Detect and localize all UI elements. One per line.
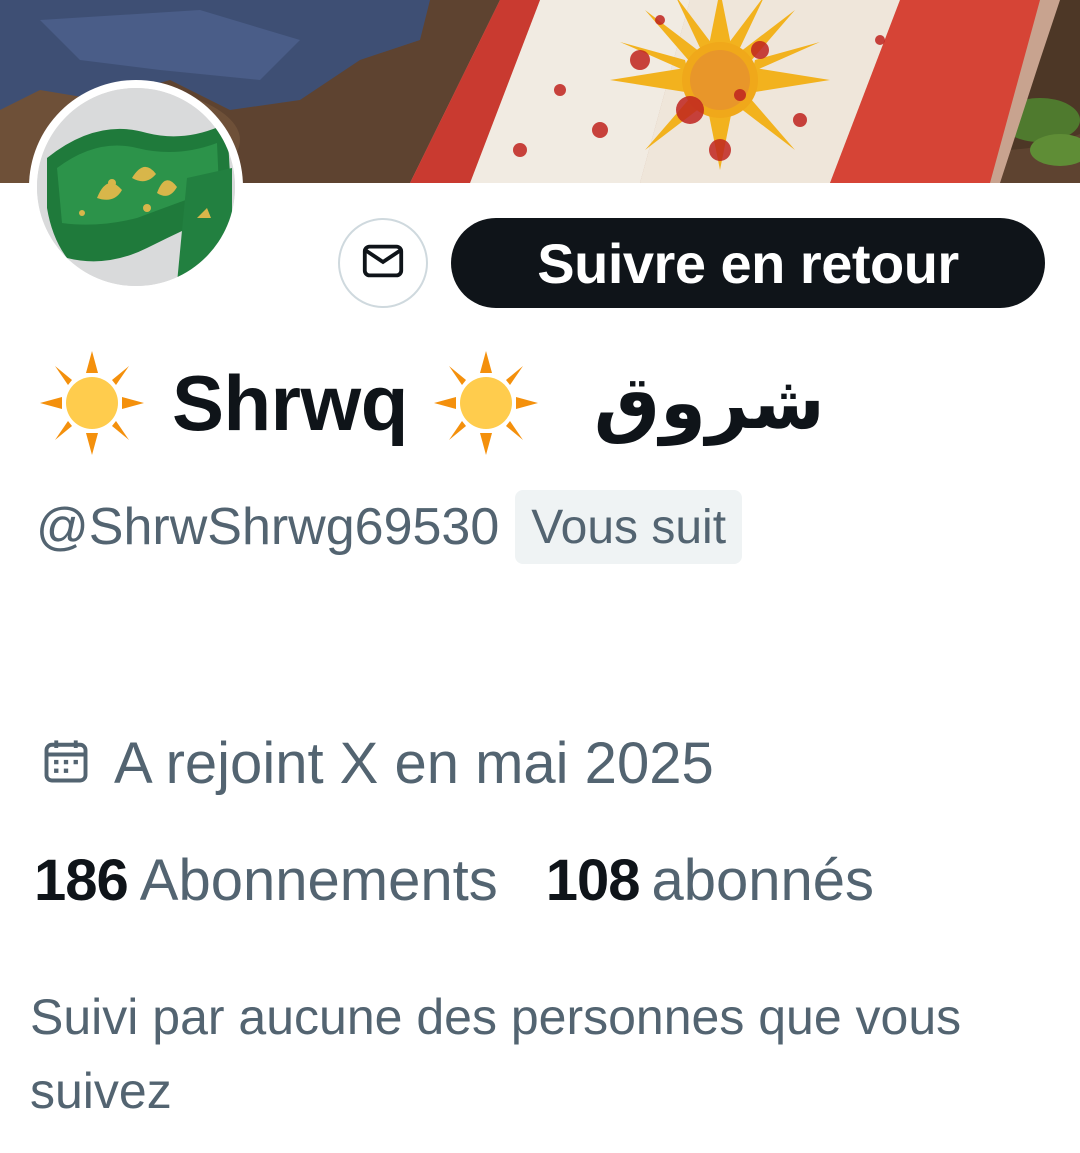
following-label: Abonnements — [139, 847, 498, 913]
followers-count: 108 — [545, 847, 641, 913]
message-button[interactable] — [338, 218, 428, 308]
avatar[interactable] — [29, 80, 243, 294]
join-date-row: A rejoint X en mai 2025 — [40, 728, 714, 798]
follow-back-label: Suivre en retour — [537, 231, 959, 295]
join-date-text: A rejoint X en mai 2025 — [114, 730, 714, 796]
handle-row: @ShrwShrwg69530 Vous suit — [36, 490, 743, 564]
followers-label: abonnés — [651, 847, 875, 913]
arabic-name-text: شروق — [593, 360, 825, 446]
sun-emoji-icon — [430, 347, 542, 459]
user-handle: @ShrwShrwg69530 — [36, 498, 500, 556]
stats-row: 186 Abonnements 108 abonnés — [34, 840, 874, 920]
avatar-image — [37, 88, 235, 286]
display-name-text: Shrwq — [172, 358, 408, 447]
sun-emoji-icon — [36, 347, 148, 459]
follow-back-button[interactable]: Suivre en retour — [451, 218, 1045, 308]
follows-you-badge: Vous suit — [515, 490, 743, 564]
followers-link[interactable]: 108 abonnés — [546, 847, 874, 914]
calendar-icon — [40, 735, 92, 792]
followed-by-text: Suivi par aucune des personnes que vous … — [30, 989, 962, 1119]
following-link[interactable]: 186 Abonnements — [34, 847, 498, 914]
envelope-icon — [360, 238, 406, 289]
following-count: 186 — [34, 847, 129, 913]
display-name: Shrwq شروق — [36, 348, 825, 458]
